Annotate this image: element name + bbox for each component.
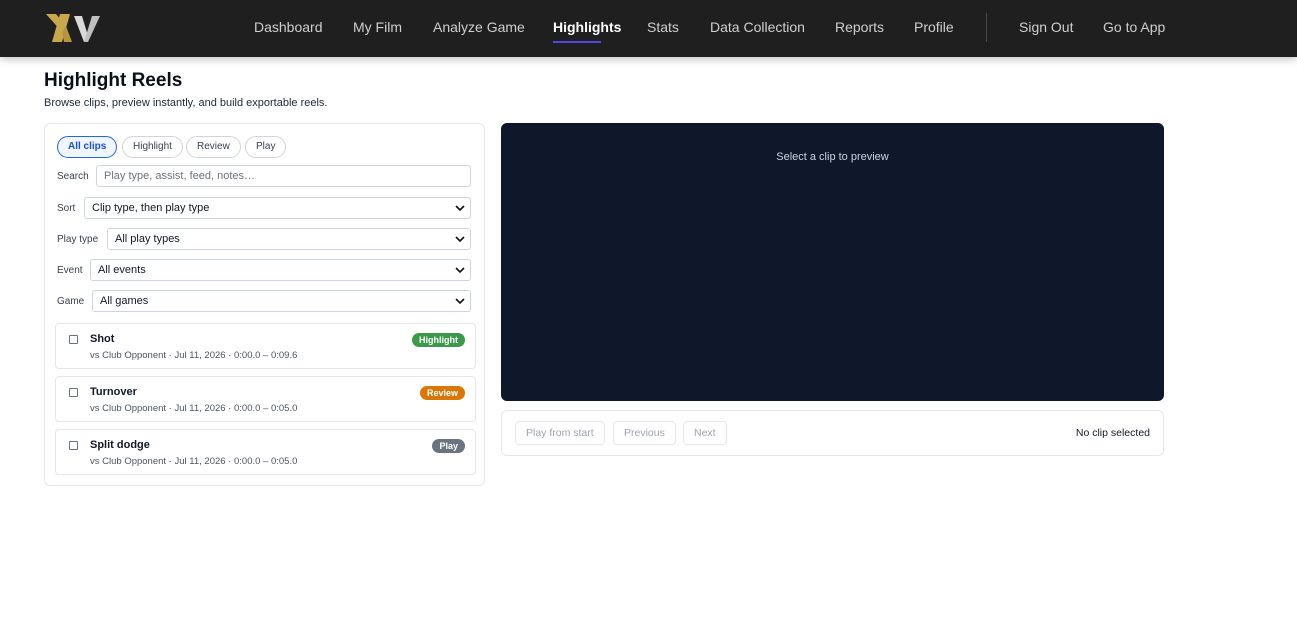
search-label: Search — [57, 171, 89, 182]
clip-title: Turnover — [90, 386, 137, 398]
page-title: Highlight Reels — [44, 70, 183, 91]
sort-label: Sort — [57, 203, 76, 214]
event-label: Event — [57, 265, 83, 276]
chip-all-clips[interactable]: All clips — [57, 136, 118, 158]
chip-play[interactable]: Play — [245, 136, 287, 158]
clip-checkbox[interactable] — [69, 441, 78, 450]
clip-meta: vs Club Opponent · Jul 11, 2026 · 0:00.0… — [90, 456, 298, 467]
game-select[interactable]: All games — [92, 290, 471, 312]
clip-badge-highlight: Highlight — [412, 333, 465, 347]
event-select[interactable]: All events — [90, 259, 471, 281]
page-subtitle: Browse clips, preview instantly, and bui… — [44, 97, 328, 109]
play-from-start-button[interactable]: Play from start — [515, 421, 605, 445]
play-type-label: Play type — [57, 234, 99, 245]
nav-my-film[interactable]: My Film — [353, 0, 402, 55]
nav-data-collection[interactable]: Data Collection — [710, 0, 805, 55]
video-preview[interactable]: Select a clip to preview — [501, 123, 1164, 401]
active-tab-indicator — [553, 41, 601, 43]
chip-highlight[interactable]: Highlight — [122, 136, 183, 158]
clip-item[interactable]: Shot vs Club Opponent · Jul 11, 2026 · 0… — [55, 323, 476, 369]
nav-stats[interactable]: Stats — [647, 0, 679, 55]
xv-logo[interactable] — [44, 10, 104, 46]
clip-badge-play: Play — [432, 439, 465, 453]
playback-controls: Play from start Previous Next No clip se… — [501, 410, 1164, 456]
clip-checkbox[interactable] — [69, 335, 78, 344]
play-type-select[interactable]: All play types — [107, 228, 471, 250]
clip-meta: vs Club Opponent · Jul 11, 2026 · 0:00.0… — [90, 403, 298, 414]
chip-review[interactable]: Review — [186, 136, 241, 158]
event-select-value: All events — [98, 264, 146, 276]
nav-profile[interactable]: Profile — [914, 0, 954, 55]
nav-divider — [986, 13, 987, 42]
preview-empty-text: Select a clip to preview — [776, 151, 889, 163]
go-to-app-link[interactable]: Go to App — [1103, 0, 1165, 55]
next-button[interactable]: Next — [683, 421, 727, 445]
clip-title: Shot — [90, 333, 115, 345]
chevron-down-icon — [455, 236, 465, 243]
chevron-down-icon — [455, 267, 465, 274]
sort-select[interactable]: Clip type, then play type — [84, 197, 471, 219]
clip-item[interactable]: Turnover vs Club Opponent · Jul 11, 2026… — [55, 376, 476, 422]
game-label: Game — [57, 296, 85, 307]
clip-browser-panel: All clips Highlight Review Play Search P… — [44, 123, 485, 486]
sort-select-value: Clip type, then play type — [92, 202, 210, 214]
chevron-down-icon — [455, 298, 465, 305]
previous-button[interactable]: Previous — [613, 421, 676, 445]
top-nav: Dashboard My Film Analyze Game Highlight… — [0, 0, 1297, 57]
clip-item[interactable]: Split dodge vs Club Opponent · Jul 11, 2… — [55, 429, 476, 475]
clip-title: Split dodge — [90, 439, 150, 451]
nav-reports[interactable]: Reports — [835, 0, 884, 55]
sign-out-link[interactable]: Sign Out — [1019, 0, 1073, 55]
game-select-value: All games — [100, 295, 149, 307]
search-input[interactable]: Play type, assist, feed, notes… — [96, 165, 471, 187]
nav-highlights[interactable]: Highlights — [553, 0, 621, 55]
nav-analyze-game[interactable]: Analyze Game — [433, 0, 525, 55]
clip-badge-review: Review — [419, 386, 465, 400]
chevron-down-icon — [455, 205, 465, 212]
selection-status: No clip selected — [1075, 427, 1150, 439]
nav-dashboard[interactable]: Dashboard — [254, 0, 323, 55]
clip-checkbox[interactable] — [69, 388, 78, 397]
play-type-select-value: All play types — [115, 233, 180, 245]
clip-meta: vs Club Opponent · Jul 11, 2026 · 0:00.0… — [90, 350, 298, 361]
